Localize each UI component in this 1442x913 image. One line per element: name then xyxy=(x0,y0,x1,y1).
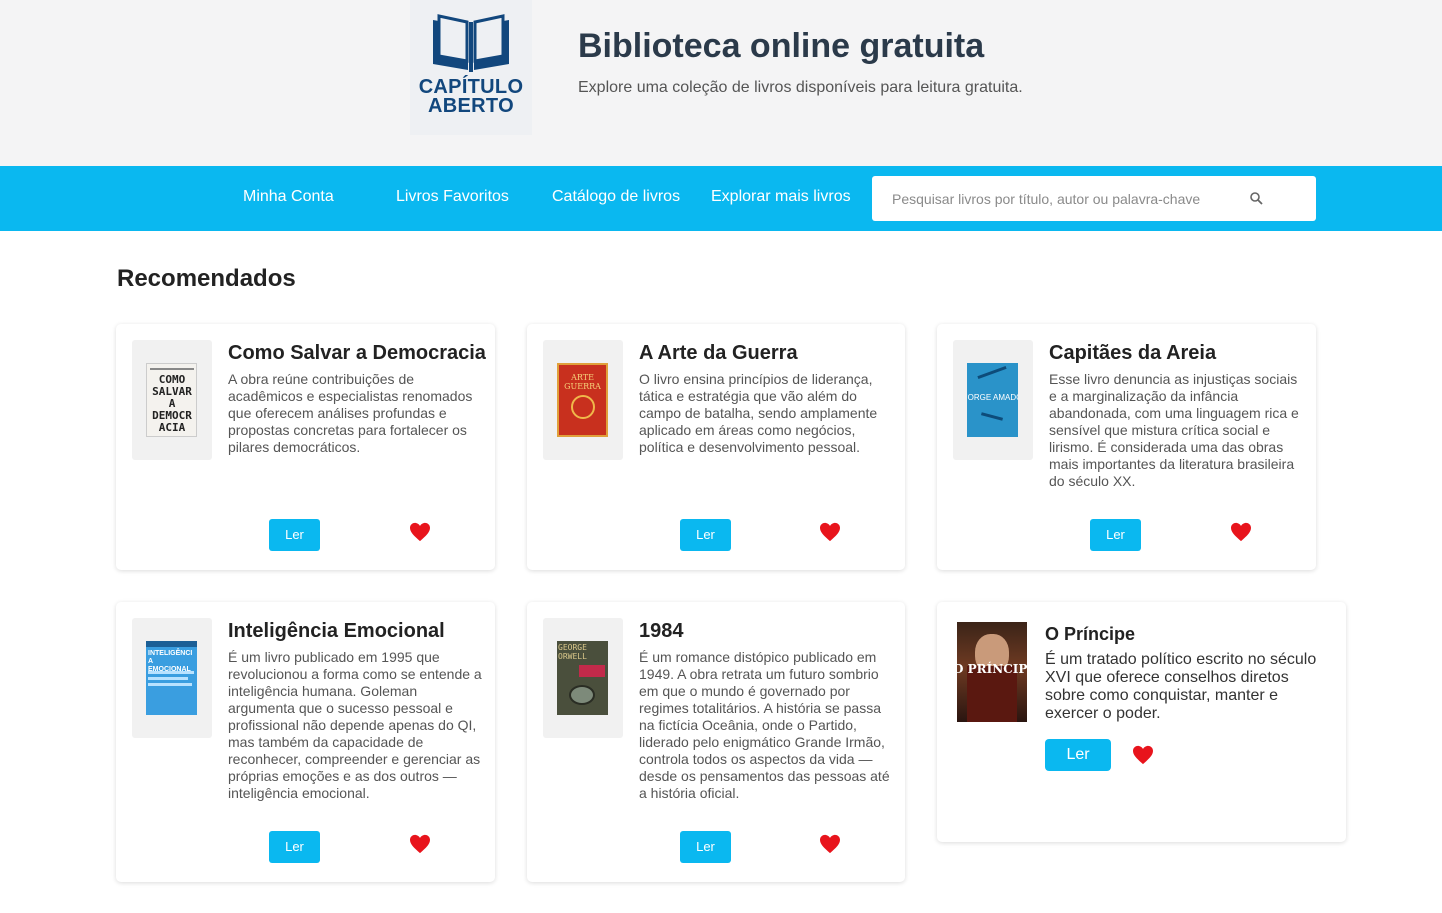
nav-item-catalogo[interactable]: Catálogo de livros xyxy=(552,188,680,206)
site-header: CAPÍTULO ABERTO Biblioteca online gratui… xyxy=(0,0,1442,166)
open-book-icon xyxy=(433,14,509,72)
search-icon[interactable] xyxy=(1248,190,1266,208)
cover-title: O PRÍNCIPE xyxy=(957,662,1027,676)
nav-item-minha-conta[interactable]: Minha Conta xyxy=(243,188,334,206)
book-card: O PRÍNCIPE O Príncipe É um tratado polít… xyxy=(937,602,1346,842)
main-nav: Minha Conta Livros Favoritos Catálogo de… xyxy=(0,166,1442,231)
page-subtitle: Explore uma coleção de livros disponívei… xyxy=(578,79,1023,96)
book-cover-frame: INTELIGÊNCIA EMOCIONAL xyxy=(132,618,212,738)
read-button[interactable]: Ler xyxy=(269,519,320,551)
book-title: A Arte da Guerra xyxy=(639,342,798,364)
book-card: JORGE AMADO Capitães da Areia Esse livro… xyxy=(937,324,1316,570)
book-description: É um tratado político escrito no século … xyxy=(1045,651,1317,722)
book-cover-frame: JORGE AMADO xyxy=(953,340,1033,460)
book-cover[interactable]: JORGE AMADO xyxy=(967,363,1018,437)
book-description: O livro ensina princípios de liderança, … xyxy=(639,371,878,455)
book-description: Esse livro denuncia as injustiças sociai… xyxy=(1049,371,1299,489)
logo-text-line1: CAPÍTULO xyxy=(418,76,524,98)
book-cover[interactable]: O PRÍNCIPE xyxy=(957,622,1027,722)
favorite-heart-icon[interactable] xyxy=(819,834,841,854)
book-cover[interactable]: INTELIGÊNCIA EMOCIONAL xyxy=(146,641,197,715)
read-button[interactable]: Ler xyxy=(680,519,731,551)
book-description: É um romance distópico publicado em 1949… xyxy=(639,649,890,801)
logo-text-line2: ABERTO xyxy=(428,95,514,117)
favorite-heart-icon[interactable] xyxy=(819,522,841,542)
book-cover-frame: GEORGE ORWELL xyxy=(543,618,623,738)
site-logo[interactable]: CAPÍTULO ABERTO xyxy=(410,0,532,135)
favorite-heart-icon[interactable] xyxy=(1132,745,1154,765)
book-title: O Príncipe xyxy=(1045,624,1136,644)
book-description: É um livro publicado em 1995 que revoluc… xyxy=(228,649,482,801)
page-title: Biblioteca online gratuita xyxy=(578,27,985,65)
search-input[interactable] xyxy=(872,176,1252,221)
book-cover[interactable]: COMO SALVAR A DEMOCRACIA xyxy=(146,363,197,437)
book-cover[interactable]: ARTE GUERRA xyxy=(557,363,608,437)
read-button[interactable]: Ler xyxy=(1045,739,1111,771)
section-title: Recomendados xyxy=(117,265,296,292)
book-title: Como Salvar a Democracia xyxy=(228,342,486,364)
book-card: GEORGE ORWELL 1984 É um romance distópic… xyxy=(527,602,905,882)
book-title: Inteligência Emocional xyxy=(228,620,445,642)
book-card: INTELIGÊNCIA EMOCIONAL Inteligência Emoc… xyxy=(116,602,495,882)
favorite-heart-icon[interactable] xyxy=(409,834,431,854)
book-cover-frame: COMO SALVAR A DEMOCRACIA xyxy=(132,340,212,460)
favorite-heart-icon[interactable] xyxy=(409,522,431,542)
book-title: 1984 xyxy=(639,620,684,642)
book-title: Capitães da Areia xyxy=(1049,342,1217,364)
book-cover[interactable]: GEORGE ORWELL xyxy=(557,641,608,715)
search-bar xyxy=(872,176,1316,221)
read-button[interactable]: Ler xyxy=(269,831,320,863)
read-button[interactable]: Ler xyxy=(680,831,731,863)
cover-title: GEORGE ORWELL xyxy=(558,643,587,661)
cover-title: ARTE GUERRA xyxy=(564,373,601,391)
book-description: A obra reúne contribuições de acadêmicos… xyxy=(228,371,473,455)
book-card: ARTE GUERRA A Arte da Guerra O livro ens… xyxy=(527,324,905,570)
book-card: COMO SALVAR A DEMOCRACIA Como Salvar a D… xyxy=(116,324,495,570)
book-cover-frame: ARTE GUERRA xyxy=(543,340,623,460)
cover-title: JORGE AMADO xyxy=(967,393,1018,402)
favorite-heart-icon[interactable] xyxy=(1230,522,1252,542)
nav-item-explorar[interactable]: Explorar mais livros xyxy=(711,188,851,206)
nav-item-livros-favoritos[interactable]: Livros Favoritos xyxy=(396,188,509,206)
read-button[interactable]: Ler xyxy=(1090,519,1141,551)
cover-title: COMO SALVAR A DEMOCRACIA xyxy=(152,373,192,434)
